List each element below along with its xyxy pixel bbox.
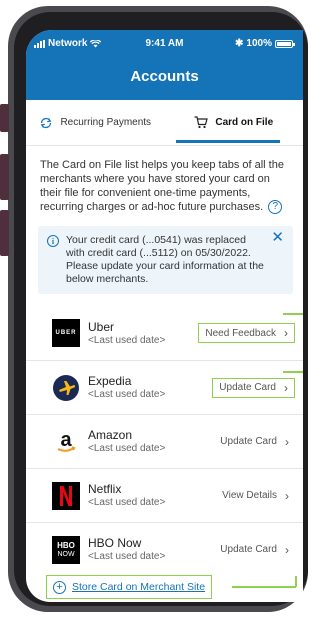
store-card-link[interactable]: + Store Card on Merchant Site xyxy=(46,575,213,599)
annotation-line-update xyxy=(283,371,303,373)
action-label: Update Card xyxy=(220,436,277,448)
last-used-date: <Last used date> xyxy=(88,497,166,509)
last-used-date: <Last used date> xyxy=(88,334,166,346)
cart-icon xyxy=(194,116,209,129)
merchant-name: Amazon xyxy=(88,428,133,443)
active-tab-indicator xyxy=(176,140,280,143)
merchant-name: Netflix xyxy=(88,482,122,497)
merchant-name: Expedia xyxy=(88,374,132,389)
volume-down-button xyxy=(0,210,9,256)
refresh-icon xyxy=(41,117,52,128)
status-bar: Network 9:41 AM ✱ 100% xyxy=(26,38,303,52)
need-feedback-button[interactable]: Need Feedback › xyxy=(198,323,295,344)
svg-text:a: a xyxy=(60,429,72,451)
last-used-date: <Last used date> xyxy=(88,389,166,401)
netflix-logo xyxy=(52,481,80,510)
plus-circle-icon: + xyxy=(53,580,66,594)
close-icon[interactable]: ✕ xyxy=(271,230,284,245)
tab-bar: Recurring Payments Card on File xyxy=(26,100,303,146)
uber-logo: UBER xyxy=(52,319,80,348)
battery-icon xyxy=(275,39,295,48)
last-used-date: <Last used date> xyxy=(88,551,166,563)
update-card-button[interactable]: Update Card › xyxy=(214,540,295,560)
merchant-row-uber[interactable]: UBER Uber <Last used date> Need Feedback… xyxy=(26,306,303,360)
amazon-logo: a xyxy=(52,428,80,456)
annotation-line-store xyxy=(232,586,296,588)
chevron-right-icon: › xyxy=(285,488,289,503)
mute-switch xyxy=(0,104,9,132)
chevron-right-icon: › xyxy=(285,542,289,557)
notice-text: Your credit card (...0541) was replaced … xyxy=(66,234,264,286)
last-used-date: <Last used date> xyxy=(88,443,166,455)
tab-label: Card on File xyxy=(215,117,274,128)
merchant-row-netflix[interactable]: Netflix <Last used date> View Details › xyxy=(26,468,303,522)
merchant-name: HBO Now xyxy=(88,536,142,551)
merchant-row-hbo-now[interactable]: HBO NOW HBO Now <Last used date> Update … xyxy=(26,522,303,576)
battery-percent: 100% xyxy=(246,38,272,49)
hbo-logo-text: HBO xyxy=(57,540,75,550)
action-label: Update Card xyxy=(219,382,276,394)
merchant-name: Uber xyxy=(88,319,115,334)
app-header: Network 9:41 AM ✱ 100% Accounts xyxy=(26,30,303,100)
annotation-line-store-vertical xyxy=(295,576,297,587)
merchant-row-expedia[interactable]: Expedia <Last used date> Update Card › xyxy=(26,360,303,414)
info-icon: i xyxy=(47,235,59,248)
intro-text: The Card on File list helps you keep tab… xyxy=(26,146,303,215)
page-title: Accounts xyxy=(130,68,199,85)
store-card-label: Store Card on Merchant Site xyxy=(72,581,206,593)
view-details-button[interactable]: View Details › xyxy=(216,486,295,506)
action-label: View Details xyxy=(222,490,277,502)
update-card-button[interactable]: Update Card › xyxy=(214,432,295,452)
tab-recurring-payments[interactable]: Recurring Payments xyxy=(26,100,165,145)
bluetooth-icon: ✱ xyxy=(235,38,244,49)
chevron-right-icon: › xyxy=(284,326,288,341)
merchant-row-amazon[interactable]: a Amazon <Last used date> Update Card › xyxy=(26,414,303,468)
chevron-right-icon: › xyxy=(284,380,288,395)
action-label: Update Card xyxy=(220,544,277,556)
update-card-button[interactable]: Update Card › xyxy=(212,377,295,398)
annotation-line-feedback xyxy=(283,313,303,315)
action-label: Need Feedback xyxy=(205,327,276,339)
tab-label: Recurring Payments xyxy=(60,117,152,128)
merchant-list: UBER Uber <Last used date> Need Feedback… xyxy=(26,306,303,576)
expedia-logo xyxy=(52,374,80,402)
app-screen: Network 9:41 AM ✱ 100% Accounts Recurrin… xyxy=(26,30,303,602)
card-replaced-notice: i Your credit card (...0541) was replace… xyxy=(38,226,293,295)
hbo-now-logo: HBO NOW xyxy=(52,535,80,564)
intro-paragraph: The Card on File list helps you keep tab… xyxy=(40,159,284,213)
help-icon[interactable]: ? xyxy=(268,200,283,215)
chevron-right-icon: › xyxy=(285,434,289,449)
now-logo-text: NOW xyxy=(57,550,75,558)
tab-card-on-file[interactable]: Card on File xyxy=(165,100,304,145)
volume-up-button xyxy=(0,154,9,200)
